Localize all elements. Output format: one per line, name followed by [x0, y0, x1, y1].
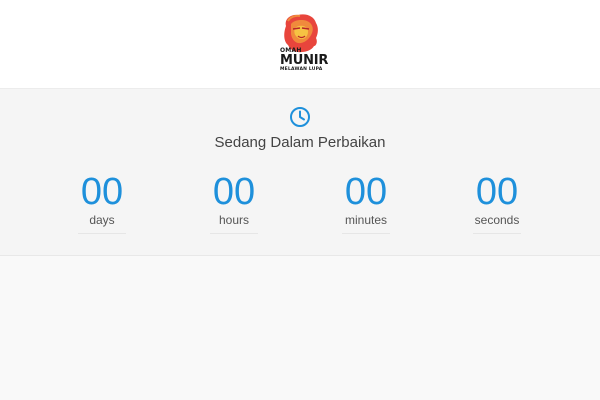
maintenance-page: OMAH MUNIR MELAWAN LUPA Sedang Dalam Per… — [0, 0, 600, 400]
countdown-minutes: 00 minutes — [311, 172, 421, 234]
header: OMAH MUNIR MELAWAN LUPA — [0, 0, 600, 89]
logo-text-melawan-lupa: MELAWAN LUPA — [280, 67, 323, 72]
countdown-value: 00 — [80, 171, 124, 213]
divider — [210, 233, 258, 234]
countdown-label: minutes — [344, 213, 388, 227]
countdown-value: 00 — [475, 171, 519, 213]
logo-wordmark[interactable]: OMAH MUNIR MELAWAN LUPA — [280, 40, 328, 74]
clock-icon — [290, 107, 310, 127]
logo-text-munir: MUNIR — [280, 53, 329, 68]
countdown-label: days — [89, 213, 115, 227]
countdown-label: seconds — [474, 213, 520, 227]
divider — [78, 233, 126, 234]
countdown-seconds: 00 seconds — [442, 172, 552, 234]
divider — [342, 233, 390, 234]
maintenance-heading: Sedang Dalam Perbaikan — [214, 134, 386, 151]
countdown-label: hours — [218, 213, 250, 227]
countdown-days: 00 days — [47, 172, 157, 234]
divider — [473, 233, 521, 234]
countdown-hours: 00 hours — [179, 172, 289, 234]
maintenance-section: Sedang Dalam Perbaikan 00 days 00 hours … — [0, 89, 600, 256]
countdown-value: 00 — [212, 171, 256, 213]
countdown-value: 00 — [344, 171, 388, 213]
